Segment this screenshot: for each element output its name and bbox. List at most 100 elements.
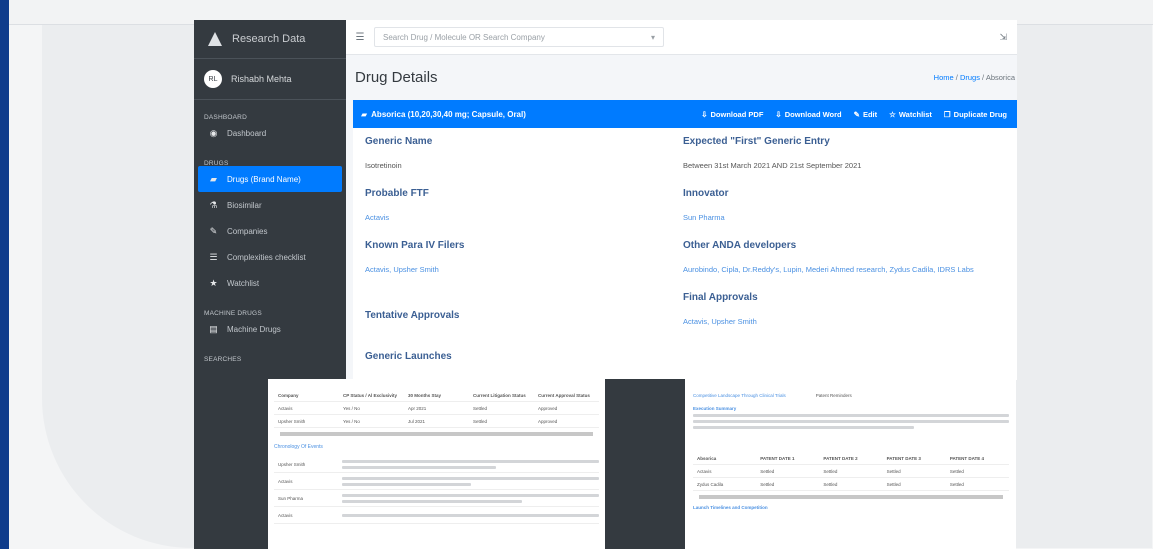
avatar: RL: [204, 70, 222, 88]
details-right: Expected "First" Generic Entry Between 3…: [683, 136, 983, 344]
preview-cell[interactable]: Actavis: [274, 406, 339, 411]
event-text: [338, 491, 599, 506]
card-header: ▰ Absorica (10,20,30,40 mg; Capsule, Ora…: [353, 100, 1017, 128]
main-content: ☰ Search Drug / Molecule OR Search Compa…: [346, 20, 1017, 380]
preview-cell: Settled: [473, 405, 488, 411]
download-icon: ⇩: [775, 109, 782, 119]
download-word-button[interactable]: ⇩ Download Word: [775, 110, 841, 119]
preview-header-cell: PATENT DATE 4: [949, 455, 985, 461]
sidebar-item-watchlist[interactable]: ★ Watchlist: [194, 270, 346, 296]
event-text: [338, 457, 599, 472]
preview-cell[interactable]: Upsher Smith: [274, 419, 339, 424]
preview-header-cell: CP Status / Al Exclusivity: [343, 392, 398, 398]
copy-icon: ❐: [943, 109, 951, 119]
list-item: Upsher Smith: [274, 456, 599, 473]
final-approvals-link[interactable]: Actavis, Upsher Smith: [683, 315, 983, 328]
preview-header-cell: PATENT DATE 3: [886, 455, 921, 461]
edit-button[interactable]: ✎ Edit: [854, 110, 877, 119]
sidebar-item-label: Drugs (Brand Name): [227, 174, 301, 184]
duplicate-drug-button[interactable]: ❐ Duplicate Drug: [944, 110, 1007, 119]
preview-cell[interactable]: Actavis: [693, 469, 756, 474]
table-row: Actavis Yes / No Apr 2021 Settled Approv…: [274, 402, 599, 415]
details-left: Generic Name Isotretinoin Probable FTF A…: [365, 136, 665, 374]
preview-cell[interactable]: Zydus Cadila: [693, 482, 756, 487]
expected-entry-value: Between 31st March 2021 AND 21st Septemb…: [683, 161, 862, 170]
preview-cell: Yes / No: [343, 405, 360, 411]
document-icon: ▤: [209, 323, 218, 334]
sidebar-item-machine-drugs[interactable]: ▤ Machine Drugs: [194, 316, 346, 342]
preview-header-cell: PATENT DATE 1: [760, 455, 795, 461]
preview-table-header: Company CP Status / Al Exclusivity 30 Mo…: [274, 389, 599, 402]
watchlist-button[interactable]: ☆ Watchlist: [889, 110, 932, 119]
drug-card: ▰ Absorica (10,20,30,40 mg; Capsule, Ora…: [353, 100, 1017, 380]
download-pdf-button[interactable]: ⇩ Download PDF: [701, 110, 763, 119]
search-input[interactable]: Search Drug / Molecule OR Search Company…: [374, 27, 664, 47]
final-approvals-label: Final Approvals: [683, 292, 758, 303]
preview-header-cell: Current Litigation Status: [473, 392, 526, 398]
action-label: Download PDF: [710, 109, 764, 119]
fullscreen-icon[interactable]: ⇲: [999, 32, 1007, 43]
table-row: Upsher Smith Yes / No Jul 2021 Settled A…: [274, 415, 599, 428]
innovator-link[interactable]: Sun Pharma: [683, 211, 983, 224]
drug-title: Absorica (10,20,30,40 mg; Capsule, Oral): [371, 109, 526, 119]
breadcrumb-drugs[interactable]: Drugs: [960, 73, 980, 82]
preview-cell: Settled: [760, 481, 775, 487]
action-label: Edit: [862, 109, 878, 119]
horizontal-scrollbar[interactable]: [699, 495, 1003, 499]
star-icon: ☆: [889, 109, 896, 119]
patent-reminders-link[interactable]: Patent Reminders: [816, 393, 852, 398]
pen-icon: ✎: [209, 225, 218, 236]
other-anda-label: Other ANDA developers: [683, 240, 797, 251]
brand[interactable]: Research Data: [194, 20, 346, 59]
preview-cell: Settled: [886, 468, 901, 474]
section-machine-drugs: MACHINE DRUGS: [204, 310, 262, 317]
dashboard-icon: ◉: [209, 127, 218, 138]
execution-summary-heading: Execution Summary: [693, 406, 737, 411]
breadcrumb-home[interactable]: Home: [934, 73, 954, 82]
probable-ftf-link[interactable]: Actavis: [365, 211, 665, 224]
search-placeholder: Search Drug / Molecule OR Search Company: [383, 32, 545, 42]
event-text: [338, 511, 599, 520]
chevron-down-icon: ▾: [650, 32, 655, 42]
other-anda-link[interactable]: Aurobindo, Cipla, Dr.Reddy's, Lupin, Med…: [683, 263, 983, 276]
action-label: Download Word: [784, 109, 842, 119]
preview-screenshot-a: Company CP Status / Al Exclusivity 30 Mo…: [268, 379, 605, 549]
preview-cell: Settled: [949, 468, 964, 474]
preview-screenshot-b: Competitive Landscape Through Clinical T…: [605, 379, 1016, 549]
competitive-landscape-link[interactable]: Competitive Landscape Through Clinical T…: [693, 393, 786, 398]
pencil-icon: ✎: [853, 109, 860, 119]
event-company: Upsher Smith: [278, 461, 306, 467]
menu-icon[interactable]: ☰: [346, 32, 374, 43]
preview-b-links: Competitive Landscape Through Clinical T…: [693, 393, 1009, 398]
top-navbar: ☰ Search Drug / Molecule OR Search Compa…: [346, 20, 1017, 55]
brand-accent-bar: [0, 0, 9, 549]
preview-sidebar-strip: [194, 380, 269, 549]
preview-cell: Yes / No: [343, 418, 360, 424]
sidebar-item-complexities[interactable]: ☰ Complexities checklist: [194, 244, 346, 270]
preview-cell: Approved: [538, 418, 558, 424]
sidebar-item-dashboard[interactable]: ◉ Dashboard: [194, 120, 346, 146]
generic-name-label: Generic Name: [365, 136, 433, 147]
list-item: Actavis: [274, 507, 599, 524]
section-dashboard: DASHBOARD: [204, 114, 247, 121]
list-icon: ☰: [209, 251, 218, 262]
sidebar-item-biosimilar[interactable]: ⚗ Biosimilar: [194, 192, 346, 218]
card-actions: ⇩ Download PDF ⇩ Download Word ✎ Edit ☆ Watc…: [701, 110, 1017, 119]
preview-cell: Settled: [886, 481, 901, 487]
download-icon: ⇩: [701, 109, 708, 119]
probable-ftf-label: Probable FTF: [365, 188, 429, 199]
event-company: Sun Pharma: [278, 495, 304, 501]
tentative-label: Tentative Approvals: [365, 310, 460, 321]
sidebar-item-companies[interactable]: ✎ Companies: [194, 218, 346, 244]
known-para-link[interactable]: Actavis, Upsher Smith: [365, 263, 665, 276]
horizontal-scrollbar[interactable]: [280, 432, 593, 436]
user-panel[interactable]: RL Rishabh Mehta: [194, 59, 346, 100]
preview-header-cell: Company: [278, 392, 299, 398]
list-item: Actavis: [274, 473, 599, 490]
sidebar-item-label: Machine Drugs: [227, 324, 281, 334]
star-icon: ★: [209, 277, 218, 288]
preview-b-header: Absorica PATENT DATE 1 PATENT DATE 2 PAT…: [693, 452, 1009, 465]
chronology-heading: Chronology Of Events: [274, 444, 323, 450]
sidebar-item-drugs[interactable]: ▰ Drugs (Brand Name): [198, 166, 342, 192]
preview-cell: Jul 2021: [408, 418, 426, 424]
